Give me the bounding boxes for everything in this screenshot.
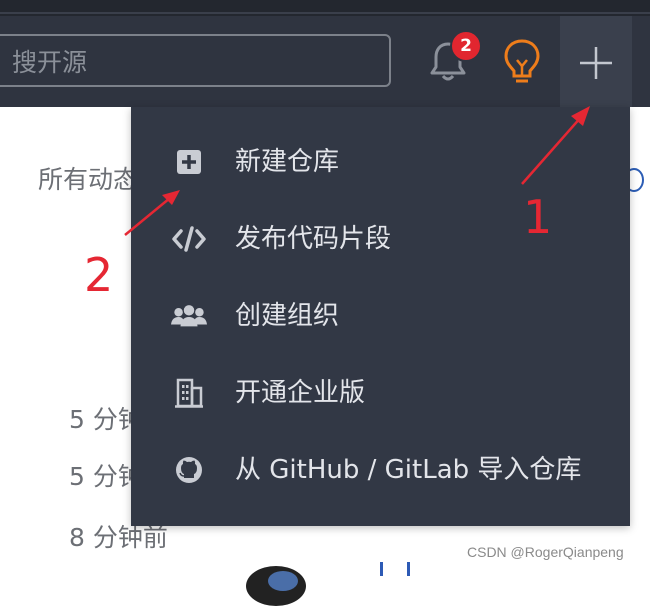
arrow-1-head [571,106,590,126]
annotation-label: 2 [84,248,114,302]
arrow-1 [521,115,583,185]
arrow-2 [124,197,171,236]
annotation-label: 1 [523,190,553,244]
watermark: CSDN @RogerQianpeng [467,544,624,560]
